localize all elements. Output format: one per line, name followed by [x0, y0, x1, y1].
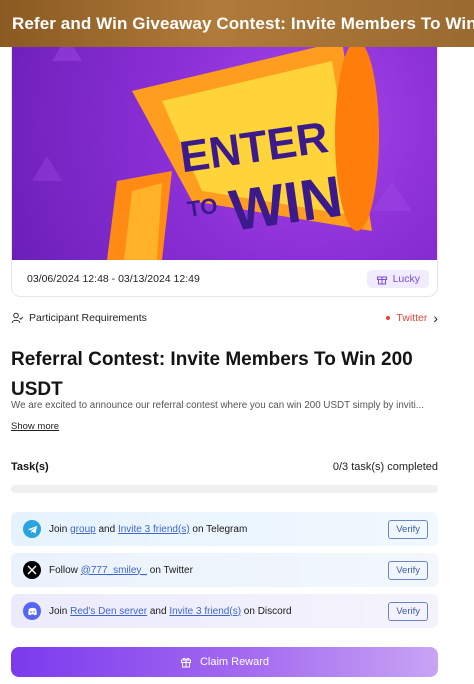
task-twitter: Follow @777_smiley_ on Twitter Verify — [11, 553, 438, 587]
discord-icon — [23, 602, 41, 620]
event-date-range: 03/06/2024 12:48 - 03/13/2024 12:49 — [27, 273, 200, 285]
requirements-label: Participant Requirements — [29, 312, 147, 324]
verify-discord-button[interactable]: Verify — [388, 601, 428, 621]
tasks-header: Task(s) 0/3 task(s) completed — [11, 461, 438, 473]
discord-server-link[interactable]: Red's Den server — [70, 606, 147, 617]
twitter-handle-link[interactable]: @777_smiley_ — [81, 565, 147, 576]
tasks-label: Task(s) — [11, 461, 49, 473]
join-group-link[interactable]: group — [70, 524, 96, 535]
task-text-segment: on Telegram — [189, 523, 248, 535]
gift-icon — [180, 657, 191, 668]
chevron-right-icon: › — [433, 310, 438, 326]
verify-twitter-button[interactable]: Verify — [388, 560, 428, 580]
task-description: Follow @777_smiley_ on Twitter — [49, 565, 388, 576]
claim-reward-label: Claim Reward — [199, 656, 270, 668]
event-banner: ENTER TO WIN — [12, 31, 437, 260]
requirements-platform[interactable]: Twitter › — [386, 310, 438, 326]
task-text-segment: Join — [49, 605, 71, 617]
task-text-segment: on Discord — [241, 605, 292, 617]
gift-icon — [376, 276, 387, 285]
page-header: Refer and Win Giveaway Contest: Invite M… — [0, 0, 474, 47]
x-twitter-icon — [23, 561, 41, 579]
task-discord: Join Red's Den server and Invite 3 frien… — [11, 594, 438, 628]
participant-requirements-row[interactable]: Participant Requirements Twitter › — [11, 308, 438, 328]
user-check-icon — [11, 312, 23, 324]
task-description: Join group and Invite 3 friend(s) on Tel… — [49, 524, 388, 535]
contest-description: We are excited to announce our referral … — [11, 400, 424, 411]
invite-friends-link[interactable]: Invite 3 friend(s) — [169, 606, 241, 617]
task-telegram: Join group and Invite 3 friend(s) on Tel… — [11, 512, 438, 546]
task-description: Join Red's Den server and Invite 3 frien… — [49, 606, 388, 617]
verify-telegram-button[interactable]: Verify — [388, 519, 428, 539]
event-meta-row: 03/06/2024 12:48 - 03/13/2024 12:49 Luck… — [12, 260, 437, 296]
task-text-segment: and — [147, 605, 170, 617]
contest-title: Referral Contest: Invite Members To Win … — [11, 349, 413, 400]
task-text-segment: on Twitter — [146, 564, 193, 576]
lucky-badge: Lucky — [366, 270, 429, 288]
task-text-segment: Follow — [49, 564, 81, 576]
task-text-segment: Join — [49, 523, 71, 535]
claim-reward-button[interactable]: Claim Reward — [11, 647, 438, 677]
status-dot — [386, 316, 391, 320]
show-more-link[interactable]: Show more — [11, 421, 59, 432]
task-text-segment: and — [95, 523, 118, 535]
tasks-count: 0/3 task(s) completed — [332, 461, 438, 473]
megaphone-illustration: ENTER TO WIN — [32, 31, 412, 260]
banner-text-to: TO — [186, 193, 219, 222]
invite-friends-link[interactable]: Invite 3 friend(s) — [118, 524, 190, 535]
telegram-icon — [23, 520, 41, 538]
page-title: Refer and Win Giveaway Contest: Invite M… — [12, 13, 474, 33]
requirements-platform-label: Twitter — [396, 312, 428, 324]
event-card: ENTER TO WIN 03/06/2024 12:48 - 03/13/20… — [11, 30, 438, 297]
tasks-progress-bar — [11, 485, 438, 493]
requirements-label-group: Participant Requirements — [11, 312, 147, 324]
lucky-badge-label: Lucky — [392, 273, 420, 285]
